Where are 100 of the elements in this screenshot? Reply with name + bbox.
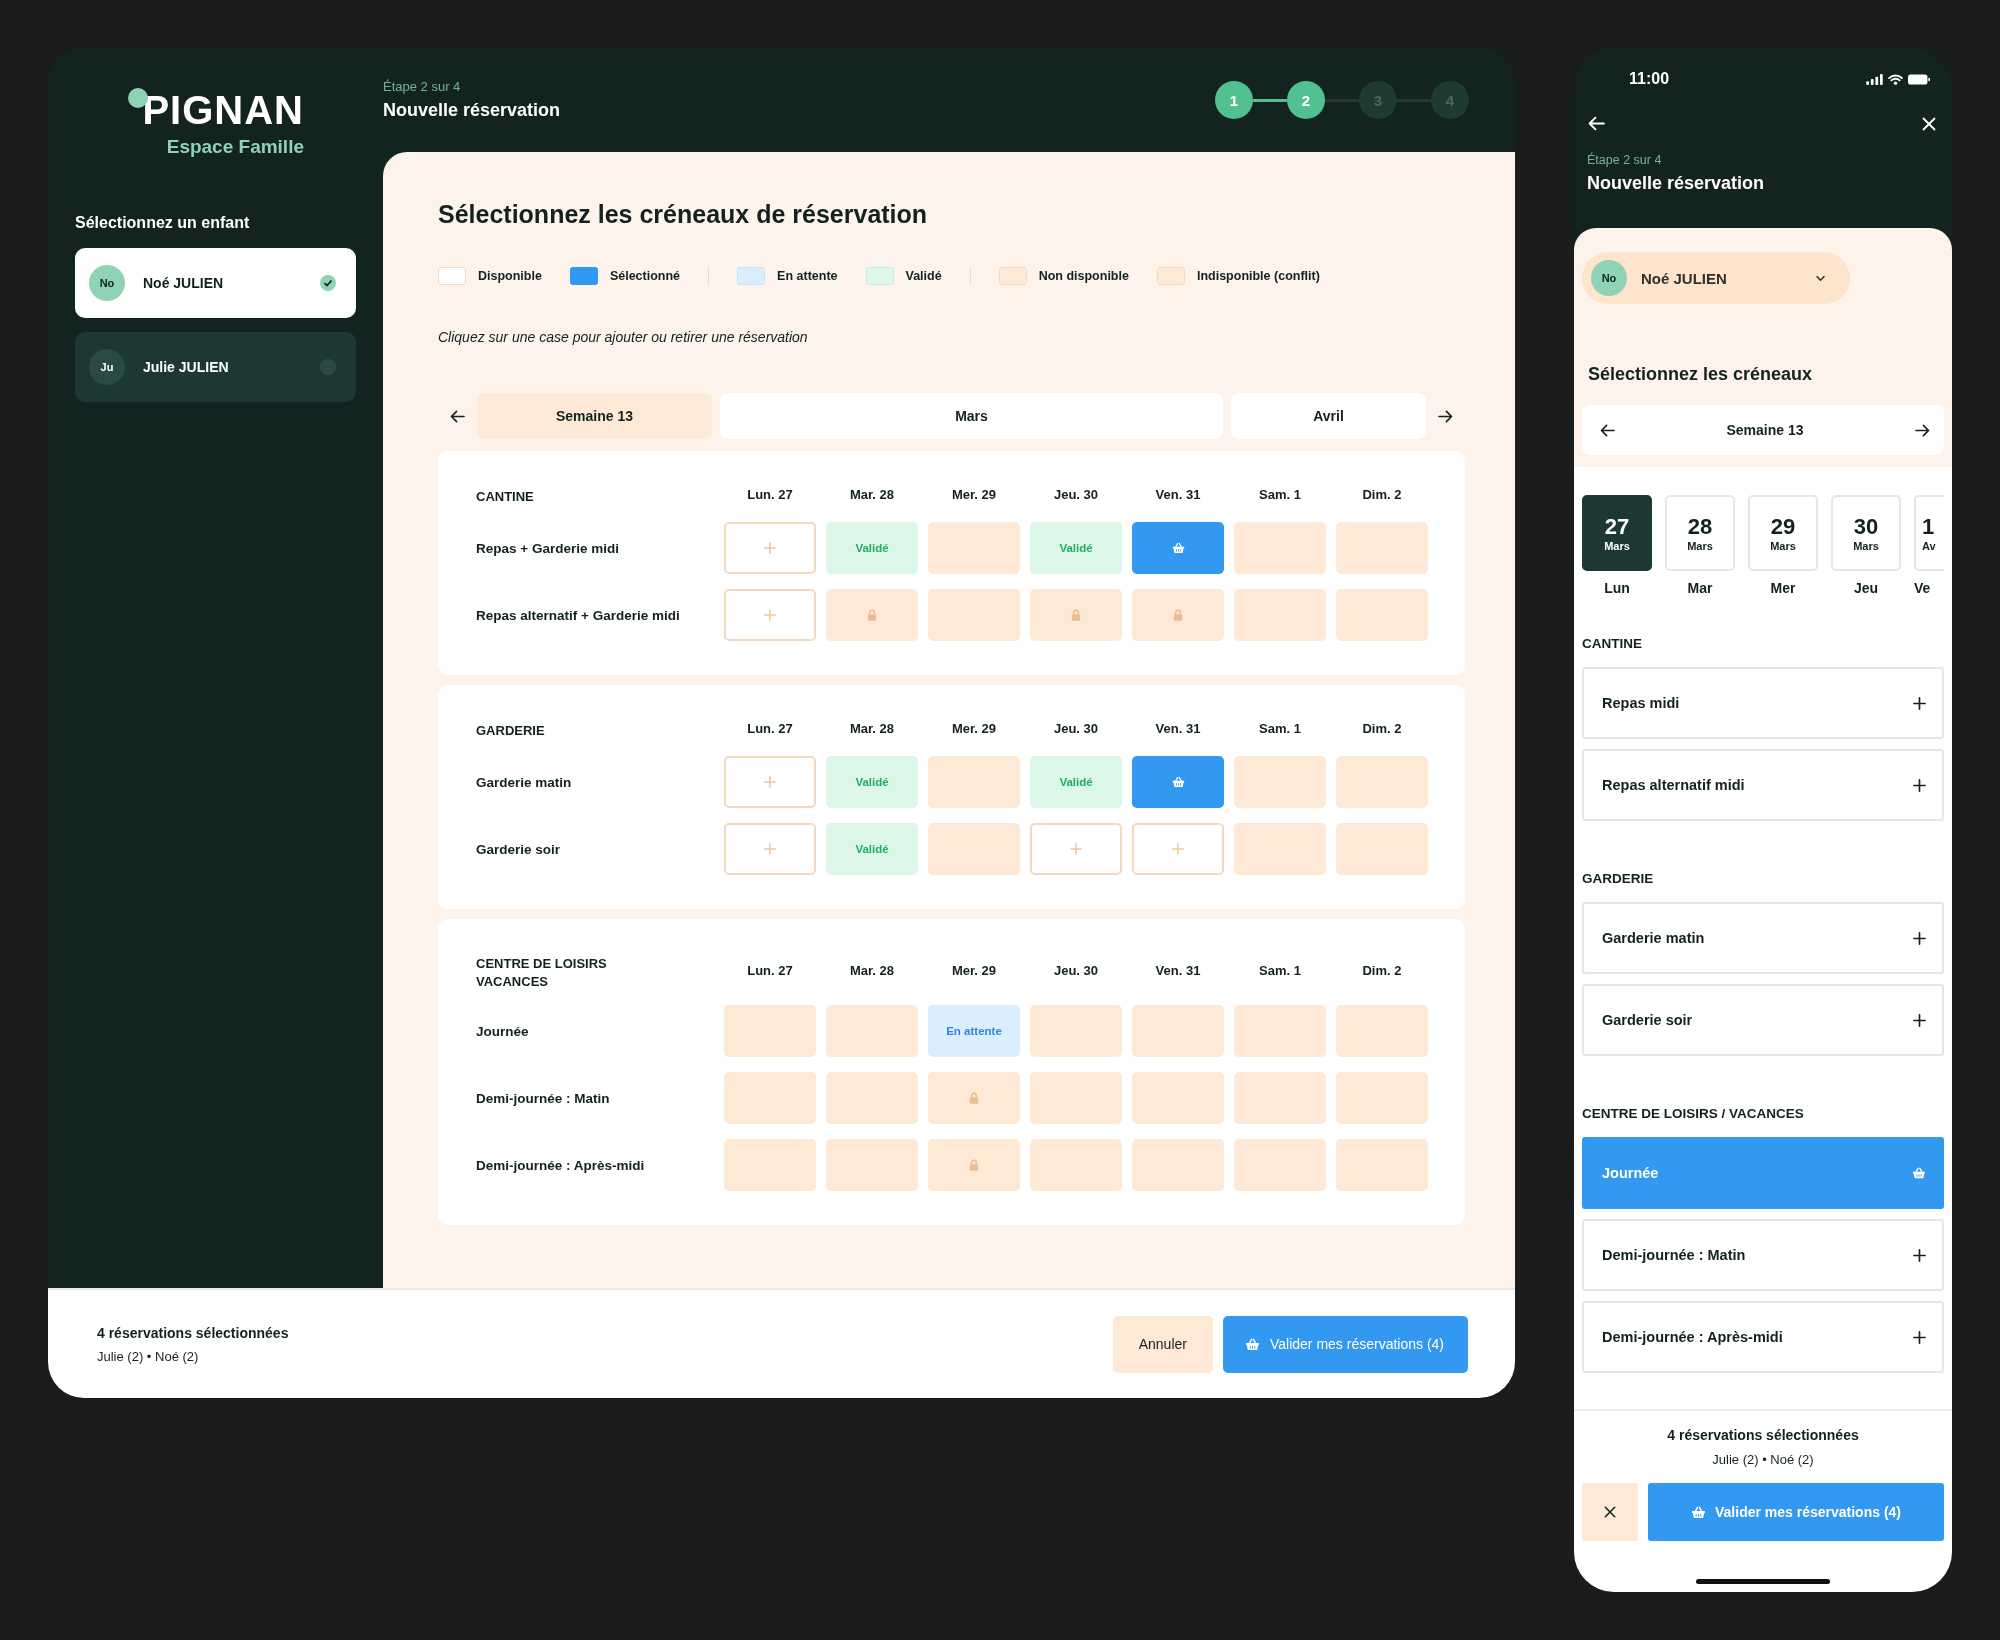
- slot-label: Journée: [1602, 1165, 1659, 1181]
- day-header: Ven. 31: [1154, 721, 1202, 736]
- child-card[interactable]: No Noé JULIEN: [75, 248, 356, 318]
- child-dropdown[interactable]: No Noé JULIEN: [1582, 252, 1850, 304]
- period-tab[interactable]: Semaine 13: [477, 393, 712, 439]
- day-header: Mar. 28: [848, 721, 896, 736]
- row-label: Repas alternatif + Garderie midi: [476, 607, 681, 623]
- day-header: Sam. 1: [1258, 721, 1302, 736]
- avatar: No: [89, 265, 125, 301]
- child-card[interactable]: Ju Julie JULIEN: [75, 332, 356, 402]
- legend-swatch: [865, 267, 894, 285]
- instruction-text: Cliquez sur une case pour ajouter ou retirer une réservation: [438, 329, 809, 345]
- pending-slot: En attente: [928, 1005, 1020, 1058]
- step-label: Étape 2 sur 4: [383, 79, 462, 94]
- section-title: GARDERIE: [476, 722, 546, 740]
- selection-detail: Julie (2) • Noé (2): [97, 1348, 200, 1364]
- date-tile[interactable]: 28 Mars: [1665, 495, 1735, 571]
- close-icon: [1604, 1506, 1616, 1518]
- basket-icon: [1171, 776, 1185, 788]
- section-title: CANTINE: [476, 488, 535, 506]
- selection-summary: 4 réservations sélectionnées: [1667, 1427, 1859, 1443]
- legend-label: Non disponible: [1038, 269, 1129, 283]
- section-title: CENTRE DE LOISIRS VACANCES: [476, 955, 608, 991]
- lock-icon: [1173, 609, 1183, 621]
- logo-text: PIGNAN: [142, 90, 304, 130]
- legend-swatch: [1156, 267, 1185, 285]
- plus-icon: [1070, 843, 1082, 855]
- child-name: Noé JULIEN: [1641, 269, 1728, 287]
- row-label: Demi-journée : Matin: [476, 1090, 611, 1106]
- selected-slot-button[interactable]: [1132, 522, 1224, 574]
- plus-icon: [1172, 843, 1184, 855]
- plus-icon: [1913, 1330, 1926, 1344]
- plus-icon: [1913, 1013, 1926, 1027]
- check-icon: [320, 275, 336, 291]
- day-header: Sam. 1: [1258, 962, 1302, 978]
- date-tile[interactable]: 27 Mars: [1582, 495, 1652, 571]
- weekday-label: Jeu: [1853, 580, 1879, 596]
- add-slot-button[interactable]: [724, 823, 816, 875]
- legend-label: Indisponible (conflit): [1196, 269, 1320, 283]
- section-title: GARDERIE: [1582, 871, 1655, 886]
- plus-icon: [1913, 778, 1926, 792]
- selection-summary: 4 réservations sélectionnées: [97, 1324, 289, 1341]
- page-title: Nouvelle réservation: [383, 100, 561, 121]
- sidebar-heading: Sélectionnez un enfant: [75, 214, 251, 232]
- day-header: Mar. 28: [848, 487, 896, 502]
- slot-row-button[interactable]: Repas midi: [1582, 667, 1944, 739]
- row-label: Garderie matin: [476, 774, 573, 790]
- weekday-label: Mer: [1770, 580, 1796, 596]
- slot-row-button[interactable]: Repas alternatif midi: [1582, 749, 1944, 821]
- date-tile[interactable]: 30 Mars: [1831, 495, 1901, 571]
- period-tab[interactable]: Avril: [1231, 393, 1426, 439]
- day-header: Mar. 28: [848, 962, 896, 978]
- day-header: Dim. 2: [1361, 487, 1403, 502]
- selection-detail: Julie (2) • Noé (2): [1712, 1452, 1814, 1467]
- slot-label: Demi-journée : Matin: [1602, 1247, 1746, 1263]
- day-header: Ven. 31: [1154, 487, 1202, 502]
- row-label: Garderie soir: [476, 841, 562, 857]
- panel-title: Sélectionnez les créneaux de réservation: [438, 200, 929, 229]
- section-title: CANTINE: [1582, 636, 1643, 651]
- legend-swatch: [998, 267, 1027, 285]
- row-label: Journée: [476, 1023, 530, 1039]
- chevron-down-icon: [1815, 274, 1826, 282]
- date-tile[interactable]: 1 Av: [1914, 495, 1944, 571]
- cancel-button[interactable]: Annuler: [1112, 1315, 1213, 1373]
- basket-icon: [1171, 542, 1185, 554]
- child-name: Julie JULIEN: [143, 359, 230, 375]
- slot-label: Repas midi: [1602, 695, 1680, 711]
- date-month: Mars: [1604, 540, 1630, 552]
- day-header: Jeu. 30: [1052, 487, 1100, 502]
- add-slot-button[interactable]: [1030, 823, 1122, 875]
- validated-slot: Validé: [826, 522, 918, 574]
- selected-slot-button[interactable]: [1132, 756, 1224, 808]
- slot-row-button[interactable]: Demi-journée : Matin: [1582, 1219, 1944, 1291]
- add-slot-button[interactable]: [724, 756, 816, 808]
- date-number: 28: [1687, 514, 1713, 540]
- lock-icon: [867, 609, 877, 621]
- day-header: Dim. 2: [1361, 721, 1403, 736]
- day-header: Mer. 29: [950, 962, 998, 978]
- legend-swatch: [737, 267, 766, 285]
- plus-icon: [764, 542, 776, 554]
- period-tab[interactable]: Mars: [720, 393, 1223, 439]
- validated-slot: Validé: [826, 823, 918, 875]
- date-tile[interactable]: 29 Mars: [1748, 495, 1818, 571]
- slot-row-button[interactable]: Garderie matin: [1582, 902, 1944, 974]
- slot-row-button[interactable]: Demi-journée : Après-midi: [1582, 1301, 1944, 1373]
- plus-icon: [1913, 931, 1926, 945]
- row-label: Repas + Garderie midi: [476, 540, 620, 556]
- avatar: Ju: [89, 349, 125, 385]
- stepper-step: 2: [1287, 81, 1325, 119]
- section-title: CENTRE DE LOISIRS / VACANCES: [1582, 1106, 1805, 1121]
- battery-icon: [1908, 73, 1930, 85]
- lock-icon: [969, 1092, 979, 1105]
- child-name: Noé JULIEN: [143, 275, 225, 291]
- section-heading: Sélectionnez les créneaux: [1588, 364, 1814, 385]
- add-slot-button[interactable]: [724, 522, 816, 574]
- weekday-label: Ve: [1914, 580, 1931, 596]
- add-slot-button[interactable]: [724, 589, 816, 641]
- slot-row-button[interactable]: Garderie soir: [1582, 984, 1944, 1056]
- add-slot-button[interactable]: [1132, 823, 1224, 875]
- date-number: 1: [1922, 514, 1935, 540]
